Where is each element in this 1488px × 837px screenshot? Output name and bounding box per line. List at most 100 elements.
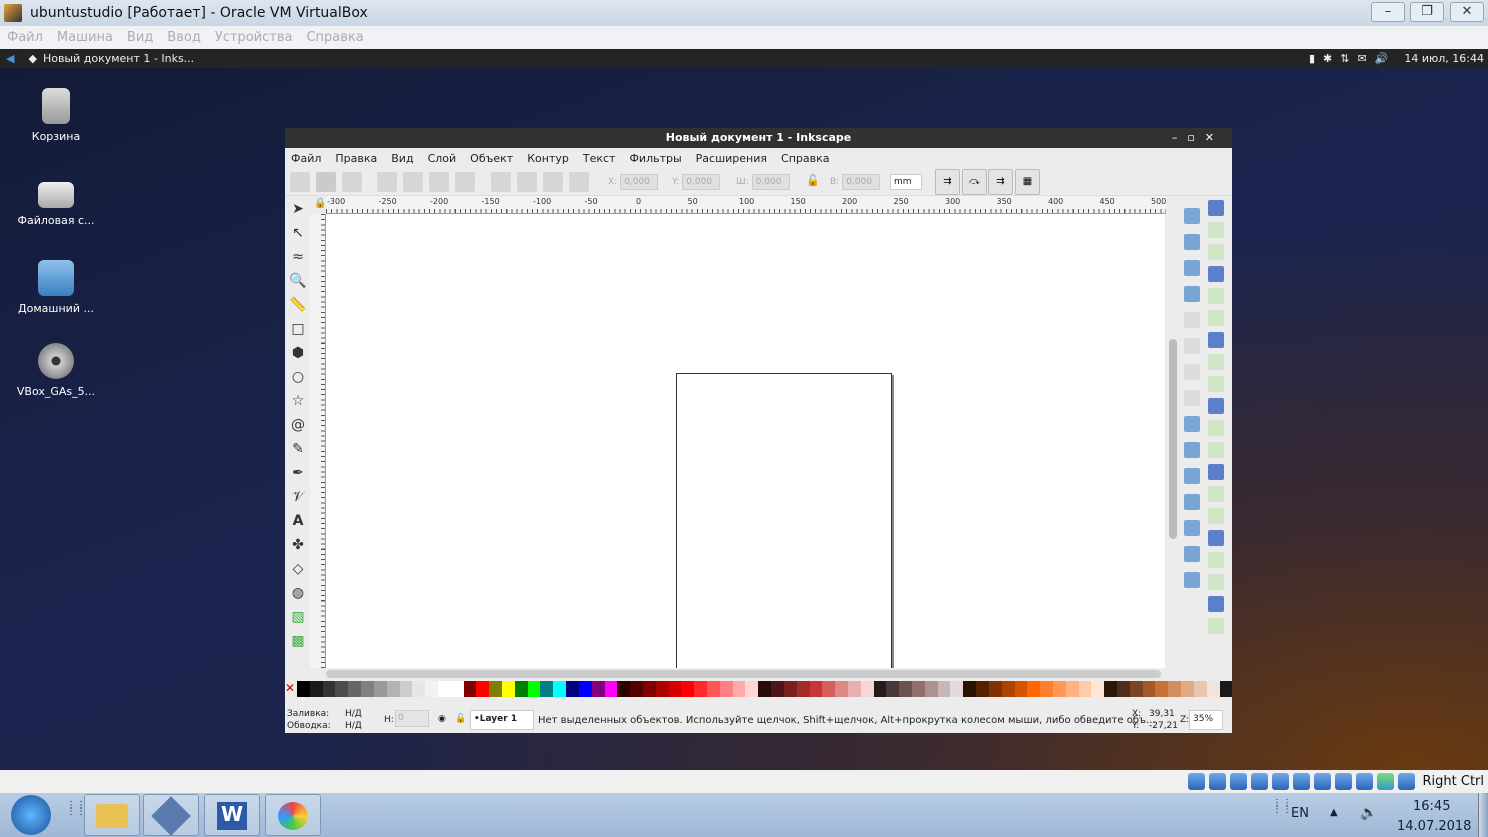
snap-toggle-icon[interactable] [1208, 332, 1224, 348]
paste-icon[interactable] [1184, 468, 1200, 484]
color-swatch[interactable] [1065, 681, 1079, 697]
gradient-tool-icon[interactable]: ▧ [289, 608, 307, 626]
layer-select[interactable]: •Layer 1 [470, 710, 534, 730]
color-swatch[interactable] [835, 681, 848, 697]
text-tool-icon[interactable]: A [289, 512, 307, 530]
snap-toggle-icon[interactable] [1208, 552, 1224, 568]
color-swatch[interactable] [450, 681, 464, 697]
import-icon[interactable] [1184, 312, 1200, 328]
color-swatch[interactable] [463, 681, 477, 697]
snap-toggle-icon[interactable] [1208, 464, 1224, 480]
color-swatch[interactable] [361, 681, 374, 697]
snap-toggle-icon[interactable] [1208, 310, 1224, 326]
snap-toggle-icon[interactable] [1208, 200, 1224, 216]
color-swatch[interactable] [502, 681, 515, 697]
guide-lock-icon[interactable]: 🔒 [314, 198, 326, 209]
transform-gradients-button[interactable]: ⇉ [988, 169, 1013, 195]
zoom-selection-icon[interactable] [1184, 494, 1200, 510]
hdd-icon[interactable] [1187, 773, 1205, 790]
menu-input[interactable]: Ввод [167, 30, 201, 45]
color-swatch[interactable] [642, 681, 656, 697]
color-swatch[interactable] [937, 681, 951, 697]
color-swatch[interactable] [1219, 681, 1233, 697]
taskbar-virtualbox[interactable] [143, 794, 199, 836]
snap-toggle-icon[interactable] [1208, 508, 1224, 524]
snap-toggle-icon[interactable] [1208, 244, 1224, 260]
color-swatch[interactable] [386, 681, 400, 697]
ellipse-tool-icon[interactable]: ○ [289, 368, 307, 386]
no-paint-swatch[interactable]: ✕ [285, 681, 297, 697]
spray-tool-icon[interactable]: ✤ [289, 536, 307, 554]
color-swatch[interactable] [437, 681, 451, 697]
color-swatch[interactable] [309, 681, 323, 697]
new-document-icon[interactable] [1184, 208, 1200, 224]
pen-tool-icon[interactable]: ✒ [289, 464, 307, 482]
color-swatch[interactable] [553, 681, 567, 697]
volume-icon[interactable]: 🔈 [1360, 805, 1377, 821]
color-swatch[interactable] [297, 681, 310, 697]
show-desktop-button[interactable] [1478, 793, 1488, 837]
toggle-lock-icon[interactable]: 🔓 [455, 714, 466, 724]
clock-date[interactable]: 14.07.2018 [1397, 819, 1471, 834]
color-swatch[interactable] [707, 681, 720, 697]
color-swatch[interactable] [566, 681, 579, 697]
color-swatch[interactable] [578, 681, 592, 697]
menu-text[interactable]: Текст [583, 152, 616, 165]
color-swatch[interactable] [1155, 681, 1169, 697]
vertical-ruler[interactable] [310, 214, 326, 668]
color-swatch[interactable] [963, 681, 977, 697]
undo-icon[interactable] [1184, 364, 1200, 380]
canvas[interactable] [326, 214, 1165, 678]
snap-toggle-icon[interactable] [1208, 354, 1224, 370]
x-field[interactable]: X: 0,000 [608, 173, 659, 191]
zoom-drawing-icon[interactable] [1184, 520, 1200, 536]
y-input[interactable]: 0,000 [682, 174, 721, 190]
color-swatch[interactable] [514, 681, 528, 697]
snap-toggle-icon[interactable] [1208, 420, 1224, 436]
menu-edit[interactable]: Правка [335, 152, 377, 165]
bucket-tool-icon[interactable]: ◍ [289, 584, 307, 602]
color-swatch[interactable] [425, 681, 438, 697]
color-swatch[interactable] [809, 681, 823, 697]
menu-filters[interactable]: Фильтры [629, 152, 681, 165]
color-swatch[interactable] [630, 681, 643, 697]
minimize-button[interactable]: – [1371, 2, 1405, 22]
display-icon[interactable] [1313, 773, 1331, 790]
taskbar-item-inkscape[interactable]: Новый документ 1 - Inks... [43, 52, 194, 65]
language-indicator[interactable]: EN [1291, 806, 1309, 821]
tray-icons[interactable]: ▮✱⇅✉🔊 [1309, 52, 1396, 65]
rotate-ccw-icon[interactable] [377, 172, 397, 192]
close-button[interactable]: ✕ [1450, 2, 1484, 22]
zoom-tool-icon[interactable]: 🔍 [289, 272, 307, 290]
lower-to-bottom-icon[interactable] [491, 172, 511, 192]
desktop-icon-vboxgas[interactable]: VBox_GAs_5... [11, 343, 101, 398]
color-swatch[interactable] [1014, 681, 1028, 697]
flip-vertical-icon[interactable] [455, 172, 475, 192]
toggle-visibility-icon[interactable]: ◉ [438, 714, 446, 724]
fill-value[interactable]: Н/Д [345, 709, 362, 719]
color-swatch[interactable] [976, 681, 989, 697]
snap-toggle-icon[interactable] [1208, 376, 1224, 392]
horizontal-ruler[interactable]: -300 -250 -200 -150 -100 -50 0 50 100 150 200 250 30… [326, 196, 1166, 214]
color-swatch[interactable] [348, 681, 362, 697]
color-swatch[interactable] [489, 681, 502, 697]
eraser-tool-icon[interactable]: ◇ [289, 560, 307, 578]
stroke-value[interactable]: Н/Д [345, 721, 362, 731]
color-swatch[interactable] [822, 681, 836, 697]
desktop-icon-home[interactable]: Домашний ... [11, 260, 101, 315]
color-swatch[interactable] [655, 681, 669, 697]
horizontal-scroll-thumb[interactable] [326, 670, 1161, 678]
color-swatch[interactable] [373, 681, 387, 697]
y-field[interactable]: Y: 0,000 [672, 173, 721, 191]
lock-ratio-icon[interactable]: 🔓 [806, 174, 820, 187]
x-input[interactable]: 0,000 [620, 174, 659, 190]
select-all-layers-icon[interactable] [316, 172, 336, 192]
color-swatch[interactable] [1091, 681, 1105, 697]
snap-toggle-icon[interactable] [1208, 222, 1224, 238]
color-swatch[interactable] [1142, 681, 1156, 697]
transform-patterns-button[interactable]: ▦ [1015, 169, 1040, 195]
menu-path[interactable]: Контур [527, 152, 569, 165]
color-swatch[interactable] [783, 681, 797, 697]
taskbar-word[interactable]: W [204, 794, 260, 836]
color-swatch[interactable] [322, 681, 336, 697]
